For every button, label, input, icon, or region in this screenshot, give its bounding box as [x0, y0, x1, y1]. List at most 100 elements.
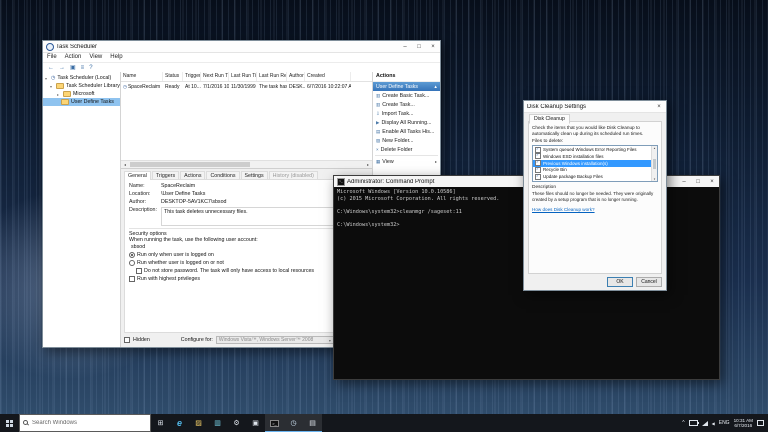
action-wizard[interactable]: ▥Create Basic Task...	[373, 91, 440, 100]
action-view[interactable]: ▦View▸	[373, 157, 440, 166]
checkbox-icon[interactable]	[535, 147, 541, 153]
checkbox-icon[interactable]	[535, 153, 541, 159]
hidden-checkbox-icon[interactable]	[124, 337, 130, 343]
scrollbar-thumb[interactable]	[130, 162, 250, 167]
ts-actions-list: ▥Create Basic Task...▥Create Task...⇩Imp…	[373, 91, 440, 166]
show-hidden-icons-icon[interactable]: ^	[682, 420, 684, 426]
file-explorer-icon[interactable]: ▨	[189, 414, 208, 432]
description-label: Description:	[129, 207, 161, 226]
expander-icon[interactable]: ▸	[57, 92, 61, 97]
checkbox-icon[interactable]	[535, 174, 541, 180]
menu-file[interactable]: File	[43, 53, 61, 62]
cleanup-item[interactable]: Previous Windows installation(s)	[533, 160, 657, 167]
task-view-icon[interactable]: ⊞	[151, 414, 170, 432]
close-icon[interactable]: ×	[705, 176, 719, 187]
check-do-not-store-password[interactable]: Do not store password. The task will onl…	[136, 268, 364, 274]
how-disk-cleanup-works-link[interactable]: How does Disk Cleanup work?	[532, 207, 658, 212]
configure-for-dropdown[interactable]: Windows Vista™, Windows Server™ 2008 ▾	[216, 336, 334, 344]
cleanup-item[interactable]: System queued Windows Error Reporting Fi…	[533, 146, 657, 153]
radio-icon[interactable]	[129, 260, 135, 266]
scroll-up-icon[interactable]: ▴	[654, 146, 656, 150]
actions-selected-scope[interactable]: User Define Tasks ▴	[373, 82, 440, 91]
tree-item-library[interactable]: ▾ Task Scheduler Library	[43, 82, 120, 90]
maximize-icon[interactable]: □	[691, 176, 705, 187]
close-icon[interactable]: ×	[426, 41, 440, 52]
horizontal-scrollbar[interactable]: ◂ ▸	[121, 160, 372, 168]
close-icon[interactable]: ×	[652, 101, 666, 112]
radio-icon[interactable]	[129, 252, 135, 258]
dc-intro-text: Check the items that you would like Disk…	[532, 125, 658, 136]
battery-icon[interactable]	[689, 420, 698, 426]
scroll-down-icon[interactable]: ▾	[654, 177, 656, 181]
cmd-icon[interactable]: >_	[265, 414, 284, 432]
check-highest-privileges[interactable]: Run with highest privileges	[129, 276, 364, 282]
chevron-down-icon: ▾	[329, 337, 331, 344]
expander-icon[interactable]: ▾	[45, 76, 49, 81]
action-new-folder[interactable]: ▨New Folder...	[373, 136, 440, 145]
search-box[interactable]: Search Windows	[19, 414, 151, 432]
scroll-left-icon[interactable]: ◂	[121, 162, 129, 167]
store-icon[interactable]: ▥	[208, 414, 227, 432]
cleanup-item[interactable]: Update package Backup Files	[533, 173, 657, 180]
tree-item-microsoft[interactable]: ▸ Microsoft	[43, 90, 120, 98]
tree-item-root[interactable]: ▾ ◷ Task Scheduler (Local)	[43, 74, 120, 82]
column-header-name[interactable]: Name	[121, 72, 163, 81]
edge-icon[interactable]: e	[170, 414, 189, 432]
network-icon[interactable]	[702, 421, 708, 426]
column-header-triggers[interactable]: Triggers	[183, 72, 201, 81]
action-delete-folder[interactable]: ×Delete Folder	[373, 145, 440, 154]
tab-general[interactable]: General	[124, 171, 151, 180]
task-row[interactable]: ◷SpaceReclaimReadyAt 10...7/1/2016 10...…	[121, 82, 372, 91]
windows-logo-icon	[6, 420, 13, 427]
tree-item-user-define-tasks[interactable]: User Define Tasks	[43, 98, 120, 106]
clock[interactable]: 10:31 AM 6/7/2016	[734, 418, 753, 428]
action-center-icon[interactable]	[757, 420, 764, 426]
scroll-right-icon[interactable]: ▸	[364, 162, 372, 167]
scrollbar-thumb[interactable]	[653, 159, 656, 169]
system-tray: ^ ◀ ENG 10:31 AM 6/7/2016	[678, 414, 768, 432]
minimize-icon[interactable]: –	[398, 41, 412, 52]
volume-icon[interactable]: ◀	[712, 421, 715, 426]
checkbox-icon[interactable]	[535, 160, 541, 166]
checkbox-icon[interactable]	[129, 276, 135, 282]
menu-help[interactable]: Help	[106, 53, 126, 62]
settings-icon[interactable]: ⚙	[227, 414, 246, 432]
task-scheduler-icon[interactable]: ◷	[284, 414, 303, 432]
menu-action[interactable]: Action	[61, 53, 86, 62]
photos-icon[interactable]: ▣	[246, 414, 265, 432]
radio-run-whether-logged[interactable]: Run whether user is logged on or not	[129, 260, 364, 266]
action-run[interactable]: ▶Display All Running...	[373, 118, 440, 127]
column-header-author[interactable]: Author	[287, 72, 305, 81]
cancel-button[interactable]: Cancel	[636, 277, 662, 287]
action-import[interactable]: ⇩Import Task...	[373, 109, 440, 118]
start-button[interactable]	[0, 414, 19, 432]
dc-titlebar[interactable]: Disk Cleanup Settings ×	[524, 101, 666, 113]
minimize-icon[interactable]: –	[677, 176, 691, 187]
checkbox-icon[interactable]	[535, 167, 541, 173]
tab-disk-cleanup[interactable]: Disk Cleanup	[529, 114, 570, 124]
menu-view[interactable]: View	[85, 53, 106, 62]
action-history[interactable]: ▤Enable All Tasks His...	[373, 127, 440, 136]
expander-icon[interactable]: ▾	[50, 84, 54, 89]
disk-cleanup-settings-dialog: Disk Cleanup Settings × Disk Cleanup Che…	[523, 100, 667, 291]
language-indicator[interactable]: ENG	[719, 420, 730, 426]
task-scheduler-titlebar[interactable]: Task Scheduler – □ ×	[43, 41, 440, 53]
vertical-scrollbar[interactable]: ▴ ▾	[651, 146, 657, 181]
task-icon: ◷	[123, 84, 127, 90]
action-task[interactable]: ▥Create Task...	[373, 100, 440, 109]
cleanup-item[interactable]: Windows ESD installation files	[533, 153, 657, 160]
column-header-status[interactable]: Status	[163, 72, 183, 81]
checkbox-icon[interactable]	[136, 268, 142, 274]
ok-button[interactable]: OK	[607, 277, 633, 287]
disk-cleanup-icon[interactable]: ▤	[303, 414, 322, 432]
scheduler-icon: ◷	[51, 75, 55, 81]
column-header-created[interactable]: Created	[305, 72, 351, 81]
column-header-next-run-time[interactable]: Next Run Time	[201, 72, 229, 81]
window-title: Task Scheduler	[56, 44, 396, 50]
cleanup-item[interactable]: Recycle Bin	[533, 167, 657, 174]
radio-run-logged-on[interactable]: Run only when user is logged on	[129, 252, 364, 258]
column-header-last-run-result[interactable]: Last Run Result	[257, 72, 287, 81]
maximize-icon[interactable]: □	[412, 41, 426, 52]
column-header-last-run-time[interactable]: Last Run Time	[229, 72, 257, 81]
task-scheduler-app-icon	[46, 43, 54, 51]
